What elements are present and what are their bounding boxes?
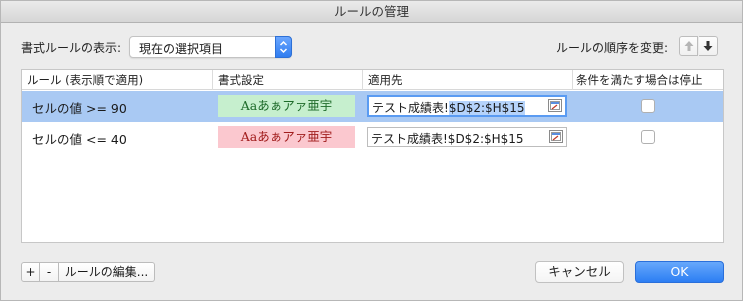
- rule-order-label: ルールの順序を変更:: [556, 41, 669, 55]
- applies-to-sheet: テスト成績表!: [372, 101, 449, 115]
- arrow-down-icon: [703, 41, 713, 51]
- header-applies-to[interactable]: 適用先: [363, 70, 573, 90]
- table-row[interactable]: セルの値 >= 90 Aaあぁアァ亜宇 テスト成績表!$D$2:$H$15: [22, 91, 723, 122]
- ok-button[interactable]: OK: [635, 261, 724, 283]
- table-row[interactable]: セルの値 <= 40 Aaあぁアァ亜宇 テスト成績表!$D$2:$H$15: [22, 122, 723, 153]
- remove-rule-button[interactable]: -: [40, 262, 59, 282]
- move-rule-down-button[interactable]: [699, 36, 718, 56]
- collapse-range-icon[interactable]: [549, 130, 563, 143]
- format-preview: Aaあぁアァ亜宇: [218, 95, 355, 117]
- header-stop-if-true[interactable]: 条件を満たす場合は停止: [573, 70, 723, 90]
- cancel-button[interactable]: キャンセル: [535, 261, 624, 283]
- applies-to-input[interactable]: テスト成績表!$D$2:$H$15: [367, 127, 567, 147]
- applies-to-input[interactable]: テスト成績表!$D$2:$H$15: [367, 95, 567, 117]
- arrow-up-icon: [684, 41, 694, 51]
- applies-to-range: テスト成績表!$D$2:$H$15: [371, 132, 524, 146]
- format-preview: Aaあぁアァ亜宇: [218, 126, 355, 148]
- window-title: ルールの管理: [1, 1, 742, 23]
- edit-rule-button[interactable]: ルールの編集...: [59, 262, 155, 282]
- applies-to-selected-range: $D$2:$H$15: [448, 101, 525, 115]
- rules-table: ルール (表示順で適用) 書式設定 適用先 条件を満たす場合は停止 セルの値 >…: [21, 69, 724, 243]
- rule-description: セルの値 >= 90: [32, 101, 127, 116]
- header-rule[interactable]: ルール (表示順で適用): [22, 70, 213, 90]
- show-rules-label: 書式ルールの表示:: [21, 41, 122, 55]
- stop-if-true-checkbox[interactable]: [641, 99, 655, 113]
- chevron-updown-icon: [275, 36, 292, 58]
- show-rules-select[interactable]: 現在の選択項目: [129, 36, 292, 58]
- stop-if-true-checkbox[interactable]: [641, 130, 655, 144]
- rule-description: セルの値 <= 40: [32, 132, 127, 147]
- collapse-range-icon[interactable]: [548, 99, 562, 112]
- add-rule-button[interactable]: +: [21, 262, 40, 282]
- header-format[interactable]: 書式設定: [213, 70, 363, 90]
- manage-rules-dialog: ルールの管理 書式ルールの表示: 現在の選択項目 ルールの順序を変更: ルール …: [0, 0, 743, 301]
- show-rules-value: 現在の選択項目: [139, 42, 224, 56]
- move-rule-up-button[interactable]: [679, 36, 698, 56]
- table-header: ルール (表示順で適用) 書式設定 適用先 条件を満たす場合は停止: [22, 70, 723, 90]
